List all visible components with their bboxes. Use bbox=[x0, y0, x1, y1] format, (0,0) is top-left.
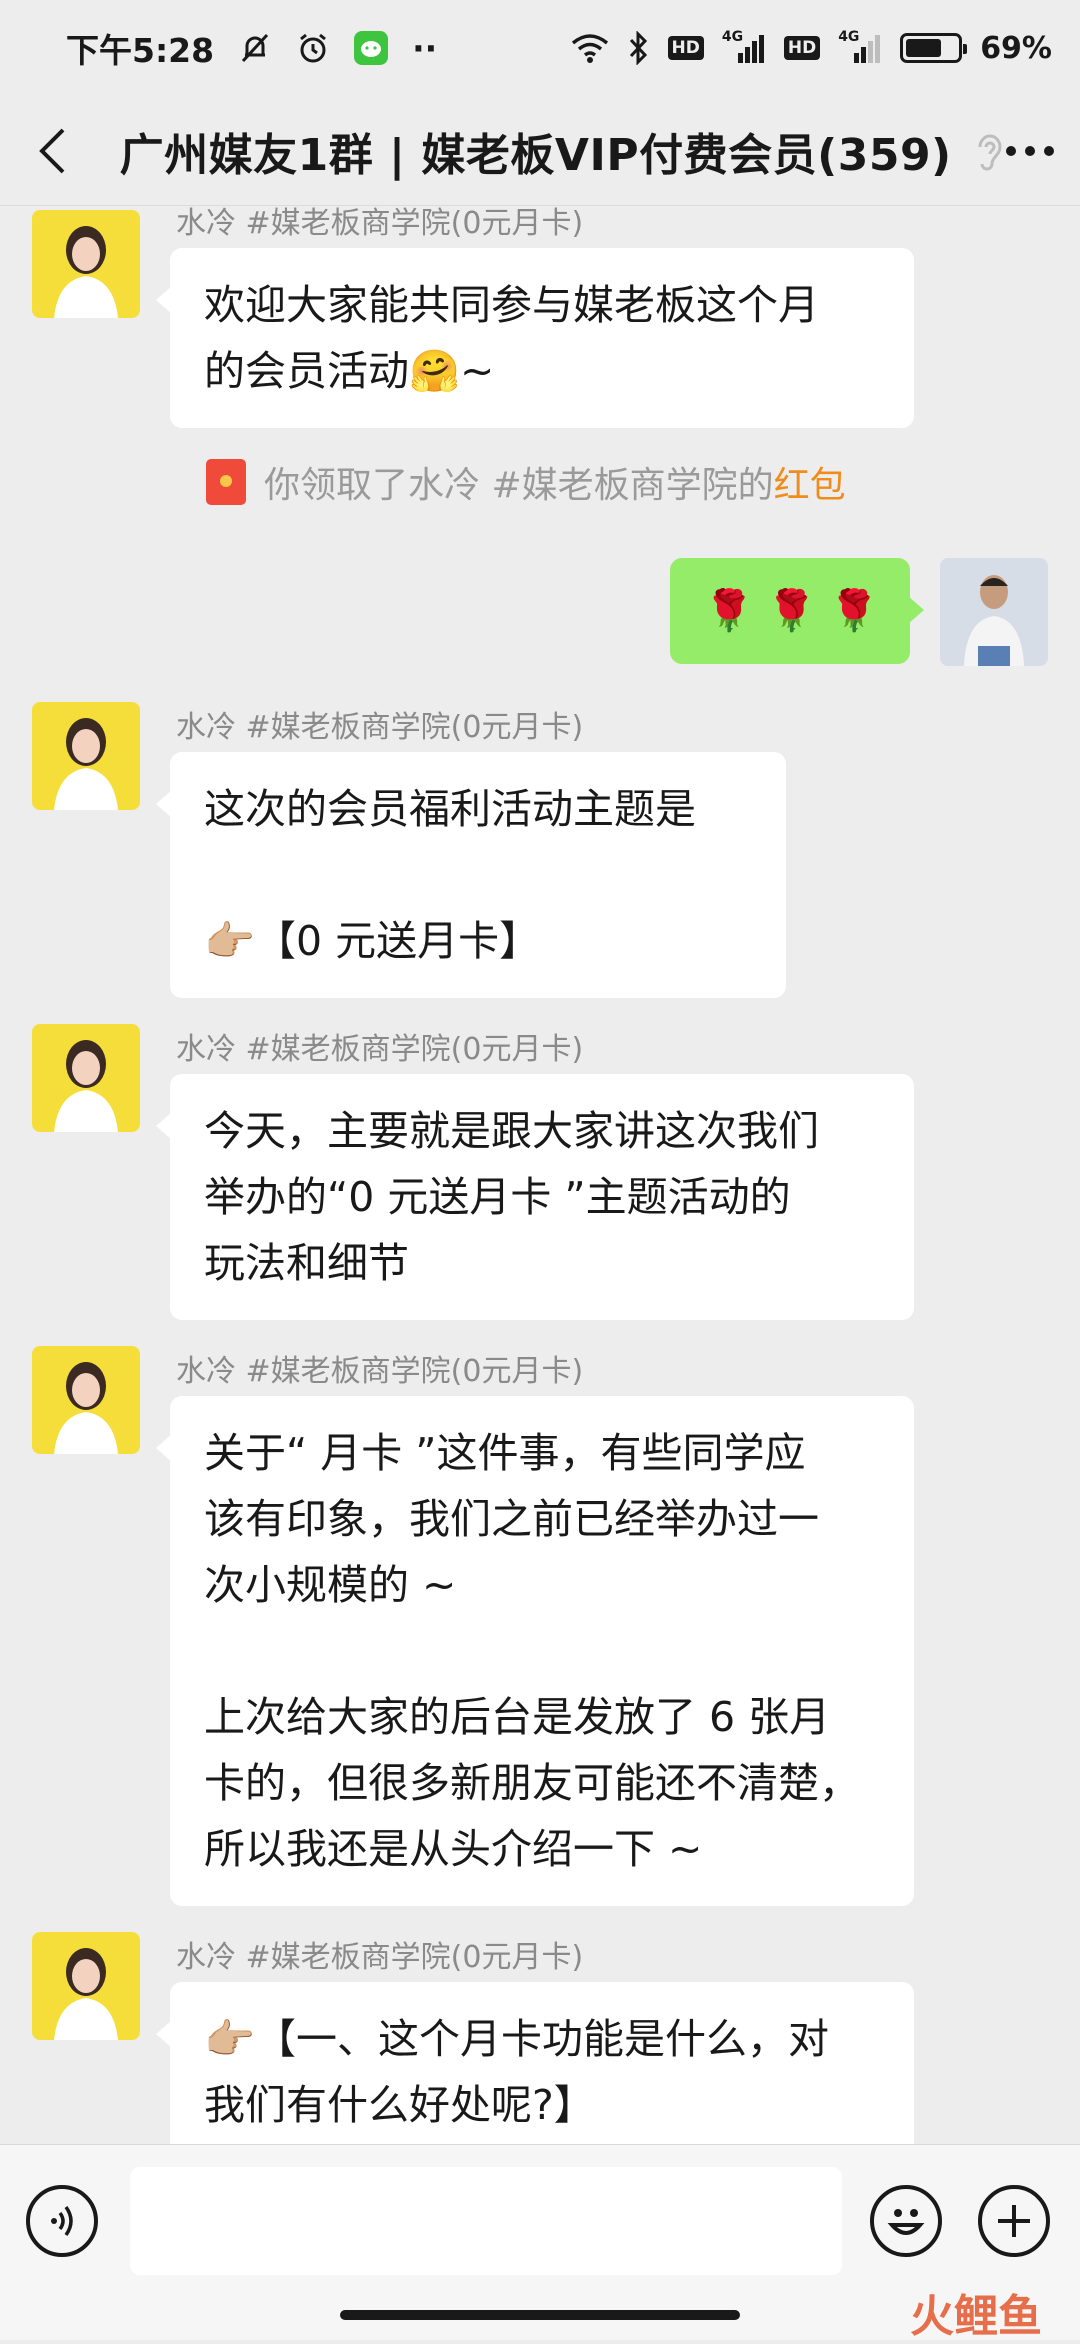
status-time: 下午5:28 bbox=[66, 31, 215, 70]
sender-name: 水冷 #媒老板商学院(0元月卡) bbox=[176, 1354, 584, 1389]
wechat-notification-icon bbox=[354, 31, 389, 65]
message-line: 欢迎大家能共同参与媒老板这个月 bbox=[204, 281, 819, 329]
plus-button[interactable] bbox=[978, 2185, 1050, 2257]
sender-name: 水冷 #媒老板商学院(0元月卡) bbox=[176, 1032, 584, 1067]
network-type-label: 4G bbox=[721, 29, 744, 45]
chat-header: 广州媒友1群 | 媒老板VIP付费会员(359) bbox=[0, 96, 1080, 206]
message-line-blank bbox=[204, 842, 752, 908]
chat-title[interactable]: 广州媒友1群 | 媒老板VIP付费会员(359) bbox=[120, 119, 952, 183]
message-bubble-self[interactable]: 🌹 🌹 🌹 bbox=[670, 558, 924, 664]
back-button[interactable] bbox=[30, 121, 74, 181]
message-bubble[interactable]: 今天，主要就是跟大家讲这次我们 举办的“0 元送月卡 ”主题活动的 玩法和细节 bbox=[156, 1074, 914, 1320]
more-dots-icon bbox=[1005, 145, 1054, 156]
back-chevron-icon bbox=[38, 128, 65, 173]
plus-icon bbox=[998, 2205, 1030, 2237]
system-notice-text: 你领取了水冷 #媒老板商学院的红包 bbox=[264, 456, 846, 508]
wifi-icon bbox=[570, 32, 610, 64]
message-bubble[interactable]: 关于“ 月卡 ”这件事，有些同学应 该有印象，我们之前已经举办过一 次小规模的 … bbox=[156, 1396, 914, 1906]
battery-icon bbox=[900, 33, 968, 63]
emoji-button[interactable] bbox=[870, 2185, 942, 2257]
bluetooth-icon bbox=[628, 31, 650, 65]
avatar[interactable] bbox=[32, 702, 140, 810]
system-notice: 你领取了水冷 #媒老板商学院的红包 bbox=[206, 456, 846, 508]
ear-icon bbox=[974, 126, 1004, 176]
signal-icon: 4G bbox=[722, 29, 766, 63]
battery-fill bbox=[906, 39, 941, 57]
alarm-icon bbox=[296, 31, 330, 65]
hd-badge: HD bbox=[667, 36, 704, 60]
message-line: 卡的，但很多新朋友可能还不清楚， bbox=[204, 1759, 860, 1807]
message-line: 所以我还是从头介绍一下 ~ bbox=[204, 1825, 703, 1873]
system-notice-body: 你领取了水冷 #媒老板商学院的 bbox=[264, 465, 774, 506]
avatar[interactable] bbox=[32, 1346, 140, 1454]
hd-badge: HD bbox=[783, 36, 821, 60]
mute-bell-icon bbox=[238, 31, 272, 65]
message-bubble[interactable]: 这次的会员福利活动主题是 👉🏼【0 元送月卡】 bbox=[156, 752, 786, 998]
message-bubble[interactable]: 欢迎大家能共同参与媒老板这个月 的会员活动🤗~ bbox=[156, 248, 914, 428]
signal-icon: 4G bbox=[838, 29, 882, 63]
message-input[interactable] bbox=[130, 2167, 842, 2275]
message-line: 次小规模的 ~ bbox=[204, 1561, 457, 1609]
message-line-blank bbox=[204, 1618, 880, 1684]
sender-name: 水冷 #媒老板商学院(0元月卡) bbox=[176, 1940, 584, 1975]
message-bubble[interactable]: 👉🏼【一、这个月卡功能是什么，对 我们有什么好处呢?】 bbox=[156, 1982, 914, 2144]
emoji-icon bbox=[887, 2209, 925, 2235]
voice-button[interactable] bbox=[26, 2185, 98, 2257]
red-packet-link[interactable]: 红包 bbox=[774, 465, 846, 506]
message-line: 🌹 🌹 🌹 bbox=[704, 588, 879, 634]
message-line: 这次的会员福利活动主题是 bbox=[204, 785, 696, 833]
sender-name: 水冷 #媒老板商学院(0元月卡) bbox=[176, 206, 584, 241]
more-button[interactable] bbox=[1004, 121, 1056, 181]
avatar[interactable] bbox=[32, 210, 140, 318]
message-line: 玩法和细节 bbox=[204, 1239, 409, 1287]
red-packet-icon bbox=[206, 459, 246, 505]
message-line: 👉🏼【0 元送月卡】 bbox=[204, 917, 541, 965]
message-line: 的会员活动🤗~ bbox=[204, 347, 495, 395]
status-bar: 下午5:28 ·· HD 4G HD 4G 69% bbox=[0, 0, 1080, 96]
avatar[interactable] bbox=[32, 1024, 140, 1132]
home-indicator[interactable] bbox=[340, 2310, 740, 2320]
message-line: 今天，主要就是跟大家讲这次我们 bbox=[204, 1107, 819, 1155]
network-type-label: 4G bbox=[838, 29, 860, 45]
avatar[interactable] bbox=[32, 1932, 140, 2040]
sender-name: 水冷 #媒老板商学院(0元月卡) bbox=[176, 710, 584, 745]
status-dots: ·· bbox=[412, 28, 438, 68]
battery-percent: 69% bbox=[980, 30, 1052, 66]
message-line: 上次给大家的后台是发放了 6 张月 bbox=[204, 1693, 831, 1741]
chat-message-list[interactable]: 水冷 #媒老板商学院(0元月卡) 欢迎大家能共同参与媒老板这个月 的会员活动🤗~… bbox=[0, 206, 1080, 2144]
message-line: 关于“ 月卡 ”这件事，有些同学应 bbox=[204, 1429, 806, 1477]
avatar-self[interactable] bbox=[940, 558, 1048, 666]
message-line: 我们有什么好处呢?】 bbox=[204, 2081, 595, 2129]
message-line: 该有印象，我们之前已经举办过一 bbox=[204, 1495, 819, 1543]
watermark-logo: 火鲤鱼 bbox=[910, 2291, 1042, 2342]
voice-icon bbox=[51, 2205, 73, 2237]
message-line: 举办的“0 元送月卡 ”主题活动的 bbox=[204, 1173, 791, 1221]
message-line: 👉🏼【一、这个月卡功能是什么，对 bbox=[204, 2015, 830, 2063]
